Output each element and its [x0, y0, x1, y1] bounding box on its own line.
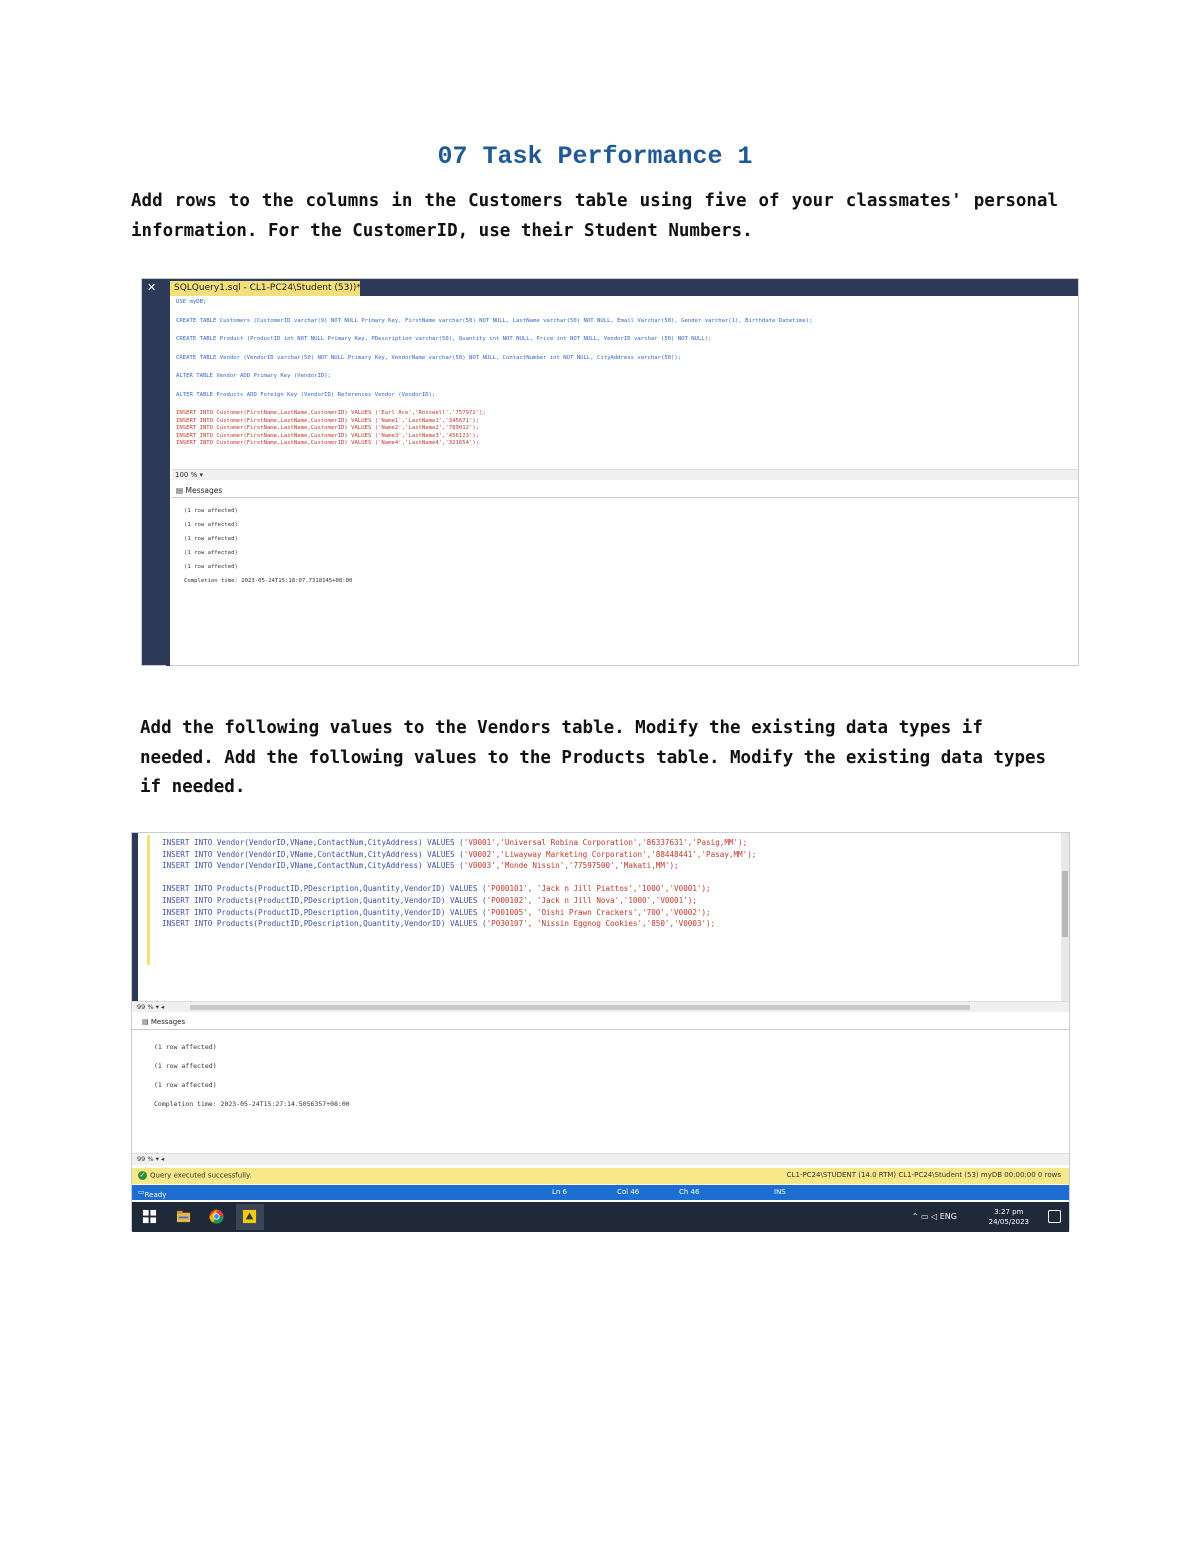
windows-start-icon[interactable] — [142, 1209, 157, 1224]
code-line: INSERT INTO Customer(FirstName,LastName,… — [176, 410, 486, 416]
editor-status-bar: ▭ Ready Ln 6 Col 46 Ch 46 INS — [132, 1185, 1069, 1200]
scroll-thumb[interactable] — [1062, 871, 1068, 937]
code-line: INSERT INTO Customer(FirstName,LastName,… — [176, 440, 480, 446]
ready-label: ▭ Ready — [138, 1188, 167, 1199]
messages-tab[interactable]: ▤ Messages — [132, 1015, 1069, 1030]
language-indicator[interactable]: ENG — [940, 1212, 957, 1221]
clock-time: 3:27 pm — [994, 1208, 1024, 1216]
chrome-icon[interactable] — [209, 1209, 224, 1224]
code-line: INSERT INTO Vendor(VendorID,VName,Contac… — [162, 849, 757, 859]
code-line: INSERT INTO Vendor(VendorID,VName,Contac… — [162, 838, 748, 847]
windows-taskbar: ⌃ ▭ ◁ ENG 3:27 pm 24/05/2023 — [132, 1202, 1069, 1232]
zoom-level[interactable]: 99 % ▾ ◂ — [137, 1003, 164, 1011]
editor-gutter — [142, 279, 166, 665]
column-indicator: Col 46 — [617, 1188, 640, 1196]
file-explorer-icon[interactable] — [176, 1209, 191, 1224]
message-line: (1 row affected) — [184, 522, 238, 528]
messages-pane: (1 row affected) (1 row affected) (1 row… — [184, 504, 352, 588]
instruction-paragraph-1: Add rows to the columns in the Customers… — [131, 191, 1058, 241]
message-line: (1 row affected) — [184, 508, 238, 514]
message-line: (1 row affected) — [154, 1043, 217, 1051]
check-icon: ✓ — [138, 1171, 147, 1180]
message-line: (1 row affected) — [184, 536, 238, 542]
message-line: (1 row affected) — [154, 1062, 217, 1070]
editor-gutter-strip — [166, 296, 170, 666]
message-line: (1 row affected) — [184, 550, 238, 556]
code-line: INSERT INTO Customer(FirstName,LastName,… — [176, 417, 480, 424]
status-message: Query executed successfully. — [150, 1171, 252, 1180]
message-line: (1 row affected) — [154, 1081, 217, 1089]
code-line: CREATE TABLE Product (ProductID int NOT … — [176, 336, 712, 342]
char-indicator: Ch 46 — [679, 1188, 700, 1196]
code-line: INSERT INTO Products(ProductID,PDescript… — [162, 895, 697, 905]
zoom-level[interactable]: 99 % ▾ ◂ — [137, 1155, 164, 1163]
message-line: (1 row affected) — [184, 564, 238, 570]
line-indicator: Ln 6 — [552, 1188, 568, 1196]
code-line: INSERT INTO Customer(FirstName,LastName,… — [176, 425, 480, 431]
sql-editor[interactable]: USE myDB; CREATE TABLE Customers (Custom… — [176, 299, 1076, 448]
horizontal-scroll-thumb[interactable] — [190, 1005, 970, 1010]
clock[interactable]: 3:27 pm 24/05/2023 — [989, 1207, 1029, 1227]
close-icon[interactable]: ✕ — [147, 281, 156, 294]
ssms-screenshot-1: ✕ SQLQuery1.sql - CL1-PC24\Student (53))… — [141, 278, 1079, 666]
query-status-bar: ✓ Query executed successfully. CL1-PC24\S… — [132, 1168, 1069, 1184]
ssms-icon[interactable] — [242, 1209, 257, 1224]
messages-tab[interactable]: ▤ Messages — [172, 482, 1078, 498]
code-line: ALTER TABLE Products ADD Foreign Key (Ve… — [176, 391, 436, 398]
code-line: INSERT INTO Customer(FirstName,LastName,… — [176, 432, 480, 439]
message-line: Completion time: 2023-05-24T15:18:07.731… — [184, 578, 353, 584]
code-line: CREATE TABLE Customers (CustomerID varch… — [176, 317, 813, 324]
zoom-bar[interactable]: 100 % ▾ — [172, 469, 1078, 480]
code-line: USE myDB; — [176, 299, 207, 305]
insert-mode-indicator: INS — [774, 1188, 786, 1196]
code-line: INSERT INTO Vendor(VendorID,VName,Contac… — [162, 861, 679, 871]
zoom-level[interactable]: 100 % — [175, 471, 197, 479]
ssms-screenshot-2: INSERT INTO Vendor(VendorID,VName,Contac… — [131, 832, 1070, 1232]
code-line: INSERT INTO Products(ProductID,PDescript… — [162, 907, 711, 917]
notification-icon[interactable] — [1048, 1210, 1061, 1223]
messages-tab-label: Messages — [185, 486, 223, 495]
instruction-paragraph-2: Add the following values to the Vendors … — [140, 718, 1047, 797]
zoom-bar-results[interactable]: 99 % ▾ ◂ — [132, 1153, 1069, 1165]
messages-pane: (1 row affected) (1 row affected) (1 row… — [154, 1038, 350, 1114]
connection-info: CL1-PC24\STUDENT (14.0 RTM) CL1-PC24\Stu… — [786, 1171, 1061, 1179]
query-tab[interactable]: SQLQuery1.sql - CL1-PC24\Student (53))* — [170, 281, 360, 296]
zoom-bar[interactable]: 99 % ▾ ◂ — [132, 1001, 1069, 1012]
code-line: CREATE TABLE Vendor (VendorID varchar(50… — [176, 354, 682, 361]
sql-editor[interactable]: INSERT INTO Vendor(VendorID,VName,Contac… — [162, 837, 756, 930]
message-line: Completion time: 2023-05-24T15:27:14.505… — [154, 1100, 350, 1108]
clock-date: 24/05/2023 — [988, 1218, 1029, 1226]
code-line: ALTER TABLE Vendor ADD Primary Key (Vend… — [176, 373, 331, 379]
page-title: 07 Task Performance 1 — [437, 142, 753, 171]
editor-gutter — [132, 833, 138, 1003]
change-indicator — [147, 835, 150, 965]
code-line: INSERT INTO Products(ProductID,PDescript… — [162, 884, 711, 894]
code-line: INSERT INTO Products(ProductID,PDescript… — [162, 919, 716, 929]
messages-tab-label: Messages — [150, 1018, 186, 1026]
system-tray-icons[interactable]: ⌃ ▭ ◁ ENG — [912, 1212, 957, 1221]
